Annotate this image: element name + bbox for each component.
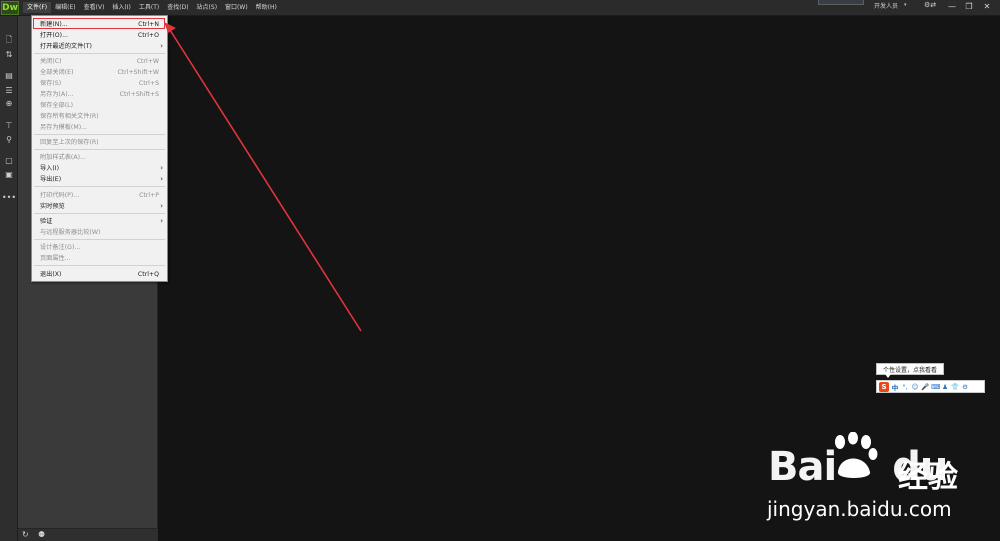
link-icon[interactable]: ⚲: [3, 134, 15, 144]
menu-item-print-code[interactable]: 打印代码(P)... Ctrl+P: [32, 190, 167, 201]
menu-bar: Dw 文件(F) 编辑(E) 查看(V) 插入(I) 工具(T) 查找(D) 站…: [0, 0, 1000, 16]
properties-icon[interactable]: ☰: [3, 85, 15, 95]
comment-icon[interactable]: ▢: [3, 155, 15, 165]
extract-icon[interactable]: ⚉: [38, 530, 45, 539]
menu-item-new[interactable]: 新建(N)... Ctrl+N: [32, 19, 167, 30]
menu-item-open-recent[interactable]: 打开最近的文件(T) ›: [32, 41, 167, 52]
menu-item-live-preview[interactable]: 实时预览 ›: [32, 201, 167, 212]
menu-item-export[interactable]: 导出(E) ›: [32, 174, 167, 185]
ime-toolbar: S 中 °, ☺ 🎤 ⌨ ♟ 👕 ⚙: [876, 380, 985, 393]
settings-icon[interactable]: ⚙: [961, 383, 969, 391]
menu-window[interactable]: 窗口(W): [221, 2, 252, 13]
menu-item-save-all[interactable]: 保存全部(L): [32, 100, 167, 111]
target-icon[interactable]: ⊕: [3, 98, 15, 108]
watermark-jingyan: 经验: [898, 460, 958, 495]
dreamweaver-logo: Dw: [1, 0, 19, 15]
sync-settings-icon[interactable]: ⚙⇄: [924, 1, 936, 9]
left-toolbar: 🗋 ⇅ ▤ ☰ ⊕ ⊤ ⚲ ▢ ▣ •••: [0, 16, 18, 541]
minimize-button[interactable]: —: [944, 0, 960, 13]
panel-footer: ↻ ⚉: [18, 528, 158, 541]
menu-item-import[interactable]: 导入(I) ›: [32, 163, 167, 174]
keyboard-icon[interactable]: ⌨: [931, 383, 940, 391]
menu-item-validate[interactable]: 验证 ›: [32, 216, 167, 227]
menu-separator: [34, 134, 165, 135]
menu-edit[interactable]: 编辑(E): [51, 2, 79, 13]
chevron-right-icon: ›: [160, 164, 163, 172]
file-menu-dropdown: 新建(N)... Ctrl+N 打开(O)... Ctrl+O 打开最近的文件(…: [31, 15, 168, 282]
menu-find[interactable]: 查找(D): [163, 2, 192, 13]
files-panel-icon[interactable]: ▤: [3, 70, 15, 80]
close-button[interactable]: ✕: [979, 0, 995, 13]
menu-item-design-notes[interactable]: 设计备注(G)...: [32, 242, 167, 253]
workspace-switcher[interactable]: 开发人员: [874, 1, 898, 10]
menu-tools[interactable]: 工具(T): [135, 2, 163, 13]
menu-separator: [34, 239, 165, 240]
punctuation-icon[interactable]: °,: [901, 383, 909, 391]
chevron-right-icon: ›: [160, 202, 163, 210]
sogou-logo-icon[interactable]: S: [879, 381, 889, 392]
chevron-right-icon: ›: [160, 175, 163, 183]
menu-separator: [34, 53, 165, 54]
menu-item-page-properties[interactable]: 页面属性...: [32, 253, 167, 264]
menu-item-open[interactable]: 打开(O)... Ctrl+O: [32, 30, 167, 41]
more-icon[interactable]: •••: [2, 192, 16, 202]
menu-site[interactable]: 站点(S): [193, 2, 222, 13]
chevron-down-icon[interactable]: ▾: [904, 2, 907, 8]
menu-view[interactable]: 查看(V): [80, 2, 109, 13]
new-file-icon[interactable]: 🗋: [3, 35, 15, 46]
menu-item-attach-stylesheet[interactable]: 附加样式表(A)...: [32, 152, 167, 163]
menu-file[interactable]: 文件(F): [23, 2, 52, 13]
sort-icon[interactable]: ⇅: [3, 49, 15, 59]
align-icon[interactable]: ⊤: [3, 120, 15, 130]
restore-button[interactable]: ❐: [961, 0, 977, 13]
ime-mode-indicator[interactable]: 中: [891, 382, 899, 392]
menu-item-exit[interactable]: 退出(X) Ctrl+Q: [32, 269, 167, 280]
menu-item-close[interactable]: 关闭(C) Ctrl+W: [32, 56, 167, 67]
menu-insert[interactable]: 插入(I): [108, 2, 134, 13]
refresh-icon[interactable]: ↻: [22, 530, 29, 539]
tooltip-tail: [885, 374, 891, 378]
menu-separator: [34, 186, 165, 187]
chevron-right-icon: ›: [160, 217, 163, 225]
chevron-right-icon: ›: [160, 42, 163, 50]
emoji-icon[interactable]: ☺: [911, 383, 919, 391]
menu-separator: [34, 265, 165, 266]
menu-item-save-as[interactable]: 另存为(A)... Ctrl+Shift+S: [32, 89, 167, 100]
menu-separator: [34, 149, 165, 150]
watermark-url: jingyan.baidu.com: [767, 497, 952, 521]
menu-item-revert[interactable]: 回复至上次的保存(R): [32, 137, 167, 148]
snippets-icon[interactable]: ▣: [3, 169, 15, 179]
menu-item-save-related[interactable]: 保存所有相关文件(R): [32, 111, 167, 122]
menu-item-save-as-template[interactable]: 另存为模板(M)...: [32, 122, 167, 133]
microphone-icon[interactable]: 🎤: [921, 383, 929, 391]
menu-item-save[interactable]: 保存(S) Ctrl+S: [32, 78, 167, 89]
skin-icon[interactable]: 👕: [951, 383, 959, 391]
menu-help[interactable]: 帮助(H): [252, 2, 281, 13]
menu-item-compare-remote[interactable]: 与远程服务器比较(W): [32, 227, 167, 238]
menu-item-close-all[interactable]: 全部关闭(E) Ctrl+Shift+W: [32, 67, 167, 78]
title-status-box: [818, 0, 864, 5]
menu-separator: [34, 213, 165, 214]
user-icon[interactable]: ♟: [941, 383, 949, 391]
